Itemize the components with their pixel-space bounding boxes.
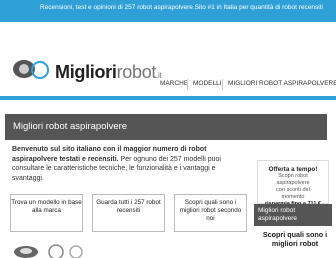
nav-modelli[interactable]: MODELLI — [193, 80, 222, 90]
best-robots-button[interactable]: Scopri quali sono i migliori robot secon… — [174, 194, 247, 232]
nav-migliori-robot[interactable]: MIGLIORI ROBOT ASPIRAPOLVERE — [228, 80, 336, 90]
offer-title: Offerta a tempo! — [268, 166, 318, 173]
all-robots-button[interactable]: Guarda tutti i 257 robot recensiti — [92, 194, 165, 232]
find-by-brand-button[interactable]: Trova un modello in base alla marca — [10, 194, 83, 232]
offer-line: aspirapolvere — [276, 180, 310, 186]
intro-text: Benvenuto sul sito italiano con il maggi… — [12, 145, 248, 183]
header-divider — [0, 96, 336, 100]
nav-separator — [187, 79, 188, 90]
sidebar-link-migliori[interactable]: Migliori robot aspirapolvere — [254, 204, 332, 226]
site-logo[interactable]: Migliorirobot.it — [55, 62, 162, 83]
offer-line: Scopri robot — [278, 173, 308, 179]
nav-separator — [222, 79, 223, 90]
page-title: Migliori robot aspirapolvere — [13, 121, 128, 132]
offer-banner[interactable]: Offerta a tempo! Scopri robot aspirapolv… — [257, 160, 329, 207]
top-banner-text: Recensioni, test e opinioni di 257 robot… — [40, 4, 323, 11]
page-title-bar: Migliori robot aspirapolvere — [5, 114, 327, 140]
offer-line: con sconti del — [276, 187, 310, 193]
top-banner: Recensioni, test e opinioni di 257 robot… — [0, 0, 336, 22]
nav-marche[interactable]: MARCHE — [160, 80, 188, 90]
robot-illustration-icon — [14, 244, 83, 258]
robot-logo-icon[interactable] — [12, 55, 50, 79]
sidebar-teaser[interactable]: Scopri quali sono i migliori robot — [256, 230, 334, 248]
offer-line: momento — [281, 194, 305, 200]
